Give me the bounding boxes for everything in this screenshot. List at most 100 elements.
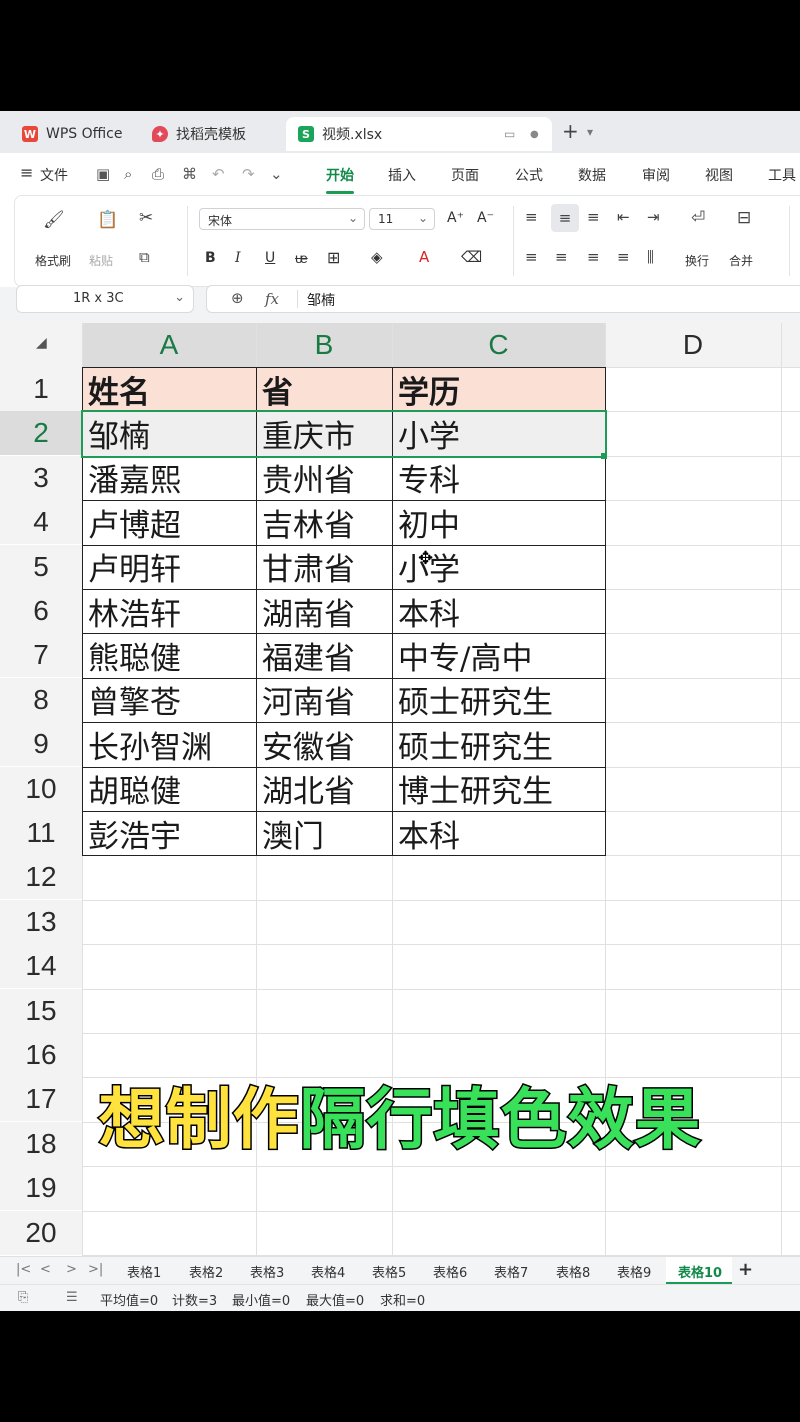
table-cell[interactable]: 本科 — [392, 811, 605, 855]
menu-formula[interactable]: 公式 — [515, 165, 543, 185]
undo-icon[interactable]: ↶ — [212, 165, 225, 183]
menu-page[interactable]: 页面 — [451, 165, 479, 185]
row-header[interactable]: 5 — [0, 544, 82, 589]
cut-icon[interactable]: ✂ — [139, 208, 153, 228]
fill-color-icon[interactable]: ◈ — [371, 248, 383, 266]
function-icon[interactable]: fx — [265, 290, 279, 308]
table-cell[interactable]: 硕士研究生 — [392, 722, 605, 766]
row-header[interactable]: 10 — [0, 766, 82, 811]
copy-icon[interactable]: ⧉ — [139, 248, 150, 266]
table-cell[interactable]: 福建省 — [256, 633, 392, 677]
print-icon[interactable]: ⎙ — [152, 165, 164, 183]
table-cell[interactable]: 吉林省 — [256, 500, 392, 544]
list-icon[interactable]: ☰ — [66, 1290, 78, 1305]
table-cell[interactable]: 湖南省 — [256, 589, 392, 633]
table-cell[interactable]: 熊聪健 — [82, 633, 256, 677]
row-header[interactable]: 13 — [0, 899, 82, 944]
zoom-search-icon[interactable]: ⊕ — [231, 289, 244, 307]
sheet-tab[interactable]: 表格2 — [189, 1262, 223, 1281]
table-cell[interactable]: 卢博超 — [82, 500, 256, 544]
border-icon[interactable]: ⊞ — [327, 248, 340, 267]
first-sheet-icon[interactable]: |< — [16, 1262, 31, 1277]
select-all-corner[interactable]: ◢ — [0, 323, 82, 367]
macro-icon[interactable]: ⎘ — [18, 1290, 28, 1305]
underline-icon[interactable]: U — [265, 250, 275, 266]
table-cell[interactable]: 澳门 — [256, 811, 392, 855]
sheet-tab[interactable]: 表格9 — [617, 1262, 651, 1281]
column-header-b[interactable]: B — [256, 323, 392, 367]
menu-file[interactable]: 文件 — [40, 165, 68, 185]
row-header[interactable]: 20 — [0, 1210, 82, 1255]
last-sheet-icon[interactable]: >| — [88, 1262, 103, 1277]
redo-icon[interactable]: ↷ — [242, 165, 255, 183]
screen-icon[interactable]: ▭ — [504, 127, 515, 141]
column-header-c[interactable]: C — [392, 323, 605, 367]
share-icon[interactable]: ⌕ — [124, 165, 132, 183]
sheet-tab[interactable]: 表格3 — [250, 1262, 284, 1281]
table-cell[interactable]: 河南省 — [256, 678, 392, 722]
hamburger-icon[interactable]: ≡ — [20, 163, 33, 182]
sheet-tab[interactable]: 表格4 — [311, 1262, 345, 1281]
increase-font-icon[interactable]: A⁺ — [447, 210, 464, 226]
sheet-tab[interactable]: 表格6 — [433, 1262, 467, 1281]
table-cell[interactable]: 湖北省 — [256, 767, 392, 811]
table-cell[interactable]: 博士研究生 — [392, 767, 605, 811]
row-header[interactable]: 1 — [0, 367, 82, 411]
next-sheet-icon[interactable]: > — [66, 1262, 77, 1277]
menu-data[interactable]: 数据 — [578, 165, 606, 185]
table-cell[interactable]: 卢明轩 — [82, 545, 256, 589]
distributed-icon[interactable]: ⫼ — [647, 248, 654, 266]
row-header[interactable]: 15 — [0, 988, 82, 1033]
chevron-down-icon[interactable]: ▾ — [587, 125, 593, 139]
sheet-tab[interactable]: 表格8 — [556, 1262, 590, 1281]
align-middle-icon[interactable]: ≡ — [551, 204, 579, 232]
row-header[interactable]: 12 — [0, 855, 82, 900]
row-header[interactable]: 3 — [0, 455, 82, 500]
table-cell[interactable]: 潘嘉熙 — [82, 456, 256, 500]
chevron-down-icon[interactable]: ⌄ — [270, 165, 283, 183]
column-header-a[interactable]: A — [82, 323, 256, 367]
prev-sheet-icon[interactable]: < — [40, 1262, 51, 1277]
align-top-icon[interactable]: ≡ — [525, 208, 538, 226]
table-cell[interactable]: 初中 — [392, 500, 605, 544]
column-header-d[interactable]: D — [605, 323, 781, 367]
table-header-cell[interactable]: 姓名 — [82, 367, 256, 411]
table-cell[interactable]: 中专/高中 — [392, 633, 605, 677]
table-cell[interactable]: 胡聪健 — [82, 767, 256, 811]
row-header[interactable]: 11 — [0, 811, 82, 855]
sheet-tab[interactable]: 表格1 — [127, 1262, 161, 1281]
menu-home[interactable]: 开始 — [326, 165, 354, 185]
tab-current-file[interactable]: S 视频.xlsx ▭ ● — [286, 117, 552, 151]
table-cell[interactable]: 本科 — [392, 589, 605, 633]
row-header[interactable]: 4 — [0, 500, 82, 545]
increase-indent-icon[interactable]: ⇥ — [647, 208, 660, 226]
tab-template-store[interactable]: ✦ 找稻壳模板 — [152, 117, 246, 151]
align-right-icon[interactable]: ≡ — [587, 248, 600, 266]
format-painter-label[interactable]: 格式刷 — [35, 252, 71, 269]
menu-tools[interactable]: 工具 — [768, 165, 796, 185]
table-cell[interactable]: 彭浩宇 — [82, 811, 256, 855]
name-box[interactable]: 1R x 3C ⌄ — [16, 285, 194, 313]
table-header-cell[interactable]: 学历 — [392, 367, 605, 411]
decrease-font-icon[interactable]: A⁻ — [477, 210, 494, 226]
table-cell[interactable]: 长孙智渊 — [82, 722, 256, 766]
chevron-down-icon[interactable]: ⌄ — [174, 290, 185, 305]
formula-input[interactable]: ⊕ fx 邹楠 — [206, 285, 800, 313]
save-icon[interactable]: ▣ — [96, 165, 110, 183]
format-painter-icon[interactable]: 🖌 — [43, 210, 65, 230]
bold-icon[interactable]: B — [205, 250, 216, 266]
table-cell[interactable]: 安徽省 — [256, 722, 392, 766]
sheet-tab[interactable]: 表格5 — [372, 1262, 406, 1281]
fill-handle[interactable] — [601, 452, 607, 459]
decrease-indent-icon[interactable]: ⇤ — [617, 208, 630, 226]
new-tab-button[interactable]: + — [562, 119, 579, 143]
italic-icon[interactable]: I — [235, 250, 241, 266]
font-name-select[interactable]: 宋体 ⌄ — [199, 208, 365, 230]
table-cell[interactable]: 甘肃省 — [256, 545, 392, 589]
merge-cells-label[interactable]: 合并 — [729, 252, 753, 269]
clear-format-icon[interactable]: ⌫ — [461, 248, 482, 266]
row-header[interactable]: 8 — [0, 677, 82, 722]
tab-wps-office[interactable]: W WPS Office — [22, 117, 123, 151]
align-bottom-icon[interactable]: ≡ — [587, 208, 600, 226]
table-cell[interactable]: 专科 — [392, 456, 605, 500]
